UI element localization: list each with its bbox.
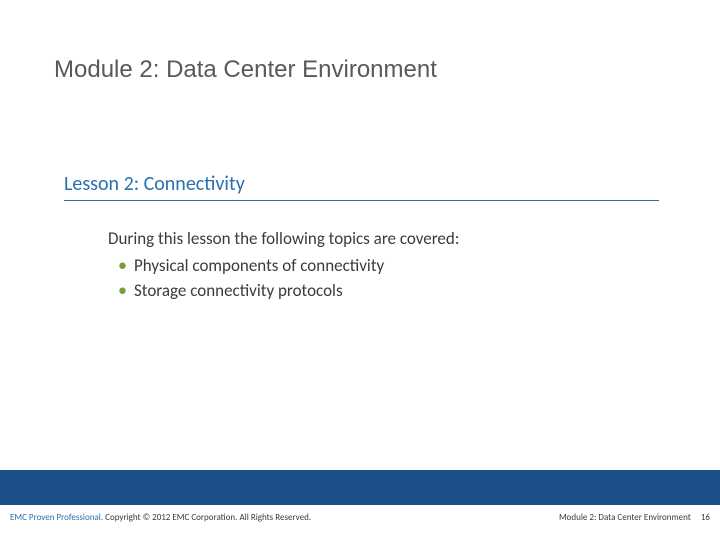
bullet-list: Physical components of connectivity Stor… <box>108 255 648 303</box>
footer-left: EMC Proven Professional. Copyright © 201… <box>10 512 311 523</box>
accent-bar <box>0 470 720 505</box>
list-item: Storage connectivity protocols <box>134 280 648 303</box>
footer-copyright: Copyright © 2012 EMC Corporation. All Ri… <box>103 512 311 523</box>
footer: EMC Proven Professional. Copyright © 201… <box>0 512 720 523</box>
lesson-title: Lesson 2: Connectivity <box>64 172 659 201</box>
body-block: During this lesson the following topics … <box>108 228 648 305</box>
module-title: Module 2: Data Center Environment <box>54 56 437 84</box>
footer-page-number: 16 <box>701 512 710 523</box>
footer-proven-professional: EMC Proven Professional. <box>10 512 103 523</box>
footer-module-label: Module 2: Data Center Environment <box>559 512 691 523</box>
slide: Module 2: Data Center Environment Lesson… <box>0 0 720 540</box>
list-item: Physical components of connectivity <box>134 255 648 278</box>
footer-right: Module 2: Data Center Environment 16 <box>559 512 710 523</box>
body-intro: During this lesson the following topics … <box>108 228 648 251</box>
